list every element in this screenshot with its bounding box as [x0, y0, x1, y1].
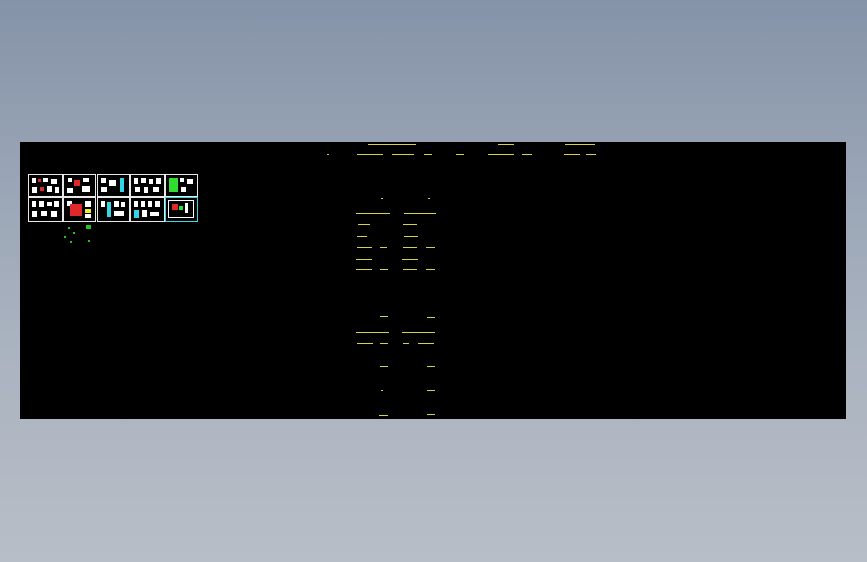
annotation-mark [381, 198, 383, 199]
annotation-line [380, 316, 388, 317]
annotation-line [357, 154, 383, 155]
drawing-sheet-thumbnail[interactable] [63, 174, 96, 197]
drawing-sheet-thumbnail[interactable] [63, 197, 96, 222]
annotation-line [356, 332, 389, 333]
green-mark [88, 240, 90, 242]
green-mark [68, 227, 70, 229]
drawing-sheet-thumbnail[interactable] [97, 197, 130, 222]
annotation-line [403, 247, 417, 248]
annotation-line [356, 259, 372, 260]
annotation-line [565, 144, 595, 145]
annotation-line [402, 259, 418, 260]
annotation-line [564, 154, 580, 155]
annotation-line [403, 224, 417, 225]
annotation-line [379, 415, 388, 416]
drawing-sheet-thumbnail[interactable] [165, 174, 198, 197]
annotation-line [418, 343, 434, 344]
drawing-sheet-thumbnail[interactable] [28, 174, 63, 197]
annotation-line [368, 144, 416, 145]
annotation-mark [428, 198, 430, 199]
drawing-sheet-thumbnail[interactable] [28, 197, 63, 222]
annotation-line [357, 247, 372, 248]
annotation-line [356, 269, 372, 270]
drawing-sheet-thumbnail[interactable] [130, 197, 165, 222]
annotation-line [427, 390, 435, 391]
annotation-line [427, 366, 435, 367]
annotation-line [424, 154, 432, 155]
annotation-line [357, 236, 367, 237]
annotation-mark [327, 154, 329, 155]
annotation-line [392, 154, 414, 155]
annotation-line [380, 366, 388, 367]
annotation-line [403, 269, 417, 270]
drawing-sheet-thumbnail[interactable] [165, 197, 198, 222]
annotation-line [498, 144, 514, 145]
drawing-canvas[interactable] [20, 142, 846, 419]
green-mark [70, 241, 72, 243]
green-mark [73, 232, 75, 234]
annotation-line [380, 247, 387, 248]
annotation-line [522, 154, 532, 155]
annotation-mark [381, 390, 383, 391]
annotation-line [380, 269, 388, 270]
annotation-line [426, 269, 435, 270]
annotation-line [427, 317, 435, 318]
annotation-line [380, 343, 388, 344]
annotation-line [426, 247, 435, 248]
annotation-line [488, 154, 514, 155]
annotation-line [403, 343, 409, 344]
annotation-line [358, 224, 370, 225]
annotation-line [456, 154, 464, 155]
annotation-line [404, 236, 418, 237]
annotation-line [357, 343, 373, 344]
green-mark [64, 236, 66, 238]
annotation-line [402, 332, 435, 333]
green-mark [86, 225, 91, 229]
drawing-sheet-thumbnail[interactable] [130, 174, 165, 197]
annotation-line [404, 213, 436, 214]
annotation-line [356, 213, 390, 214]
annotation-line [586, 154, 596, 155]
annotation-line [427, 414, 435, 415]
drawing-sheet-thumbnail[interactable] [97, 174, 130, 197]
